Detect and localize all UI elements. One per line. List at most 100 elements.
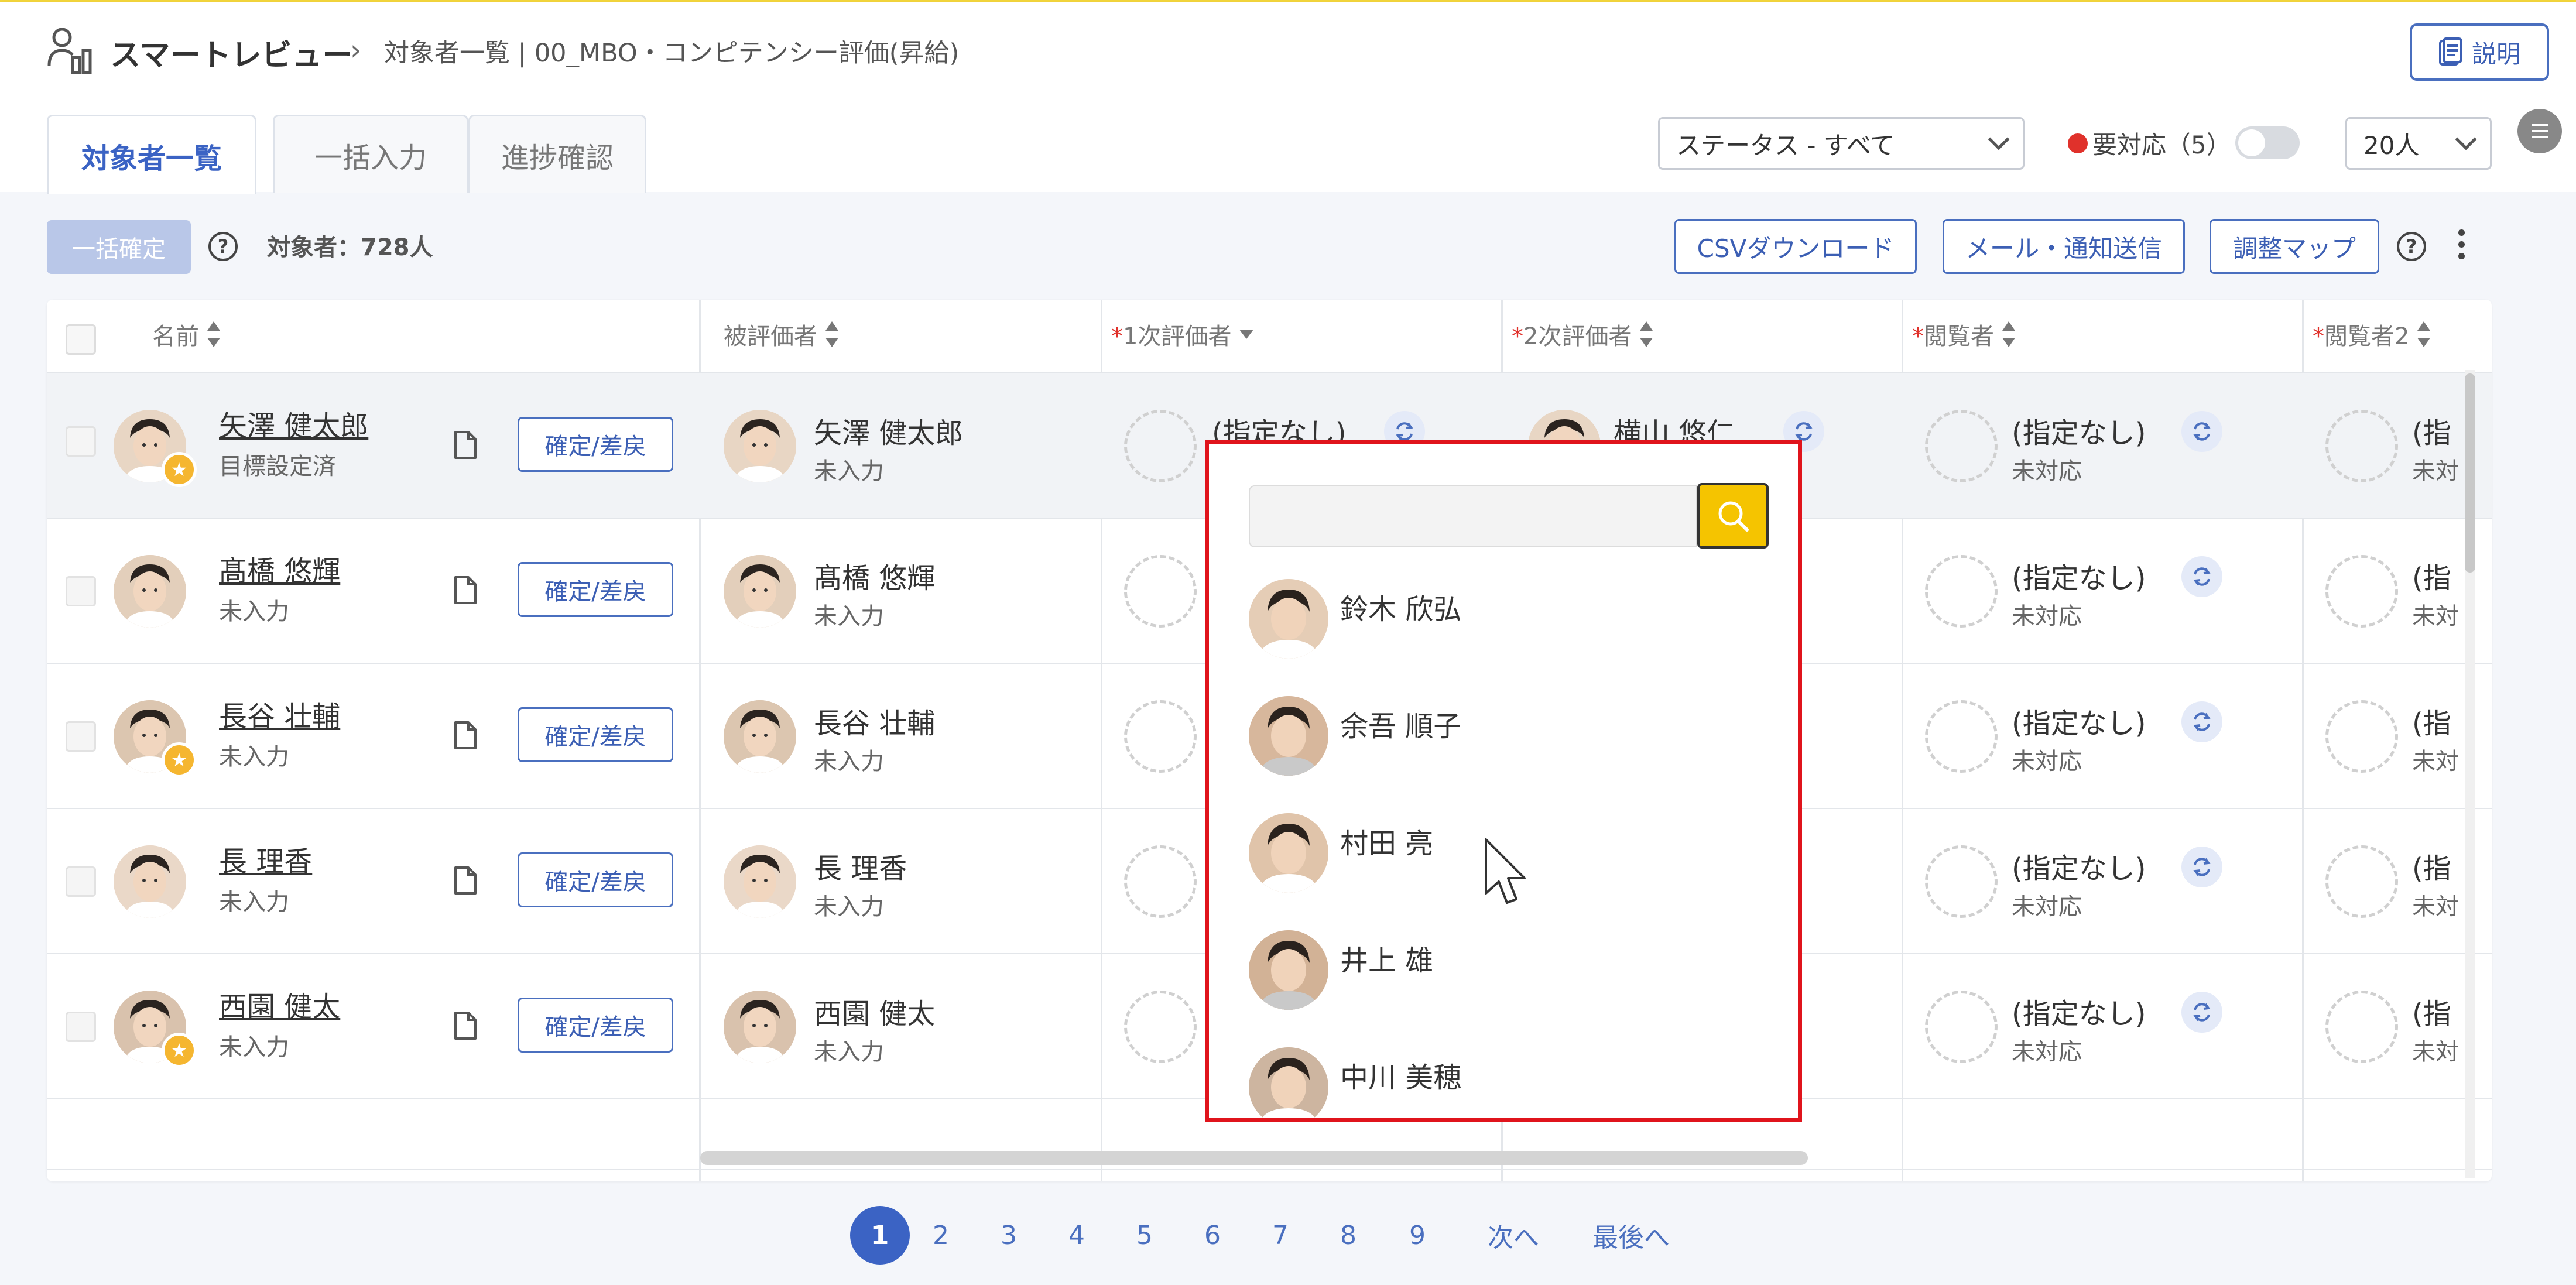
- confirm-reject-button[interactable]: 確定/差戻: [518, 998, 673, 1053]
- column-label: 1次評価者: [1123, 323, 1232, 350]
- column-header-viewer[interactable]: *閲覧者: [1912, 317, 2015, 351]
- viewer-placeholder-avatar: [1925, 991, 1998, 1063]
- per-page-value: 20人: [2363, 131, 2420, 160]
- adjust-map-button[interactable]: 調整マップ: [2210, 219, 2379, 274]
- column-label: 名前: [152, 323, 199, 350]
- avatar: [724, 991, 796, 1063]
- app-name[interactable]: スマートレビュー: [110, 30, 352, 74]
- page-button[interactable]: 2: [920, 1206, 961, 1265]
- reviewee-status: 未入力: [814, 1039, 884, 1065]
- star-badge-icon: ★: [162, 742, 197, 777]
- document-icon[interactable]: [452, 575, 478, 605]
- target-name-link[interactable]: 髙橋 悠輝: [219, 548, 340, 589]
- row-checkbox[interactable]: [66, 426, 96, 457]
- document-icon[interactable]: [452, 1010, 478, 1041]
- reviewer-option-name: 鈴木 欣弘: [1340, 593, 1462, 626]
- column-header-reviewee[interactable]: 被評価者: [724, 317, 838, 351]
- avatar: [1249, 930, 1328, 1010]
- page-button[interactable]: 4: [1056, 1206, 1097, 1265]
- viewer-unset[interactable]: (指定なし): [2012, 555, 2146, 596]
- swap-viewer-button[interactable]: [2181, 992, 2222, 1033]
- status-filter-select[interactable]: ステータス - すべて: [1658, 117, 2025, 170]
- target-name-link[interactable]: 西園 健太: [219, 984, 340, 1024]
- page-button[interactable]: 7: [1260, 1206, 1301, 1265]
- first-reviewer-placeholder-avatar: [1124, 410, 1197, 482]
- column-label: 閲覧者2: [2324, 323, 2410, 350]
- tab-bulk-input[interactable]: 一括入力: [273, 115, 468, 193]
- document-icon[interactable]: [452, 720, 478, 751]
- search-button[interactable]: [1697, 483, 1769, 549]
- reviewer-option[interactable]: 中川 美穂: [1249, 1043, 1776, 1118]
- target-name-link[interactable]: 長 理香: [219, 838, 312, 879]
- column-header-second-reviewer[interactable]: *2次評価者: [1512, 317, 1653, 351]
- avatar: [724, 700, 796, 773]
- help-question-icon[interactable]: ?: [2397, 232, 2426, 261]
- target-count: 対象者：728人: [267, 234, 433, 261]
- last-page-button[interactable]: 最後へ: [1584, 1206, 1678, 1265]
- page-button[interactable]: 9: [1397, 1206, 1438, 1265]
- swap-icon: [1795, 422, 1813, 441]
- target-name-link[interactable]: 矢澤 健太郎: [219, 403, 368, 444]
- viewer2-unset[interactable]: (指: [2412, 555, 2451, 596]
- sort-icon: [2002, 321, 2015, 347]
- reviewer-option[interactable]: 余吾 順子: [1249, 691, 1776, 779]
- help-button[interactable]: 説明: [2410, 23, 2549, 81]
- page-button-current[interactable]: 1: [850, 1206, 910, 1265]
- page-button[interactable]: 3: [988, 1206, 1029, 1265]
- more-options-icon[interactable]: [2455, 229, 2467, 265]
- next-page-button[interactable]: 次へ: [1481, 1206, 1546, 1265]
- swap-viewer-button[interactable]: [2181, 556, 2222, 597]
- help-question-icon[interactable]: ?: [208, 232, 238, 261]
- viewer-unset[interactable]: (指定なし): [2012, 410, 2146, 451]
- swap-viewer-button[interactable]: [2181, 701, 2222, 742]
- target-name-link[interactable]: 長谷 壮輔: [219, 693, 340, 734]
- confirm-reject-button[interactable]: 確定/差戻: [518, 417, 673, 472]
- reviewer-search-input[interactable]: [1249, 485, 1697, 547]
- needs-action-toggle[interactable]: [2235, 126, 2300, 159]
- viewer2-unset[interactable]: (指: [2412, 700, 2451, 741]
- avatar: [114, 845, 186, 918]
- column-header-first-reviewer[interactable]: *1次評価者: [1111, 317, 1254, 351]
- side-menu-button[interactable]: [2517, 109, 2562, 153]
- column-header-viewer2[interactable]: *閲覧者2: [2313, 317, 2431, 351]
- per-page-select[interactable]: 20人: [2345, 117, 2492, 170]
- tab-progress[interactable]: 進捗確認: [468, 115, 646, 193]
- reviewer-option-name: 井上 雄: [1340, 944, 1434, 977]
- page-button[interactable]: 5: [1124, 1206, 1165, 1265]
- swap-viewer-button[interactable]: [2181, 847, 2222, 887]
- document-icon[interactable]: [452, 430, 478, 460]
- viewer2-placeholder-avatar: [2325, 410, 2398, 482]
- confirm-reject-button[interactable]: 確定/差戻: [518, 852, 673, 907]
- horizontal-scrollbar[interactable]: [700, 1151, 1808, 1165]
- swap-viewer-button[interactable]: [2181, 411, 2222, 452]
- viewer2-unset[interactable]: (指: [2412, 845, 2451, 886]
- row-checkbox[interactable]: [66, 866, 96, 897]
- viewer2-unset[interactable]: (指: [2412, 410, 2451, 451]
- vertical-scrollbar-thumb[interactable]: [2465, 373, 2475, 573]
- reviewer-option[interactable]: 鈴木 欣弘: [1249, 574, 1776, 662]
- csv-download-button[interactable]: CSVダウンロード: [1674, 219, 1917, 274]
- viewer2-unset[interactable]: (指: [2412, 991, 2451, 1032]
- confirm-reject-button[interactable]: 確定/差戻: [518, 707, 673, 762]
- reviewer-option[interactable]: 井上 雄: [1249, 926, 1776, 1013]
- page-button[interactable]: 8: [1328, 1206, 1369, 1265]
- mail-notify-button[interactable]: メール・通知送信: [1943, 219, 2185, 274]
- bulk-confirm-button[interactable]: 一括確定: [47, 220, 191, 274]
- viewer-unset[interactable]: (指定なし): [2012, 700, 2146, 741]
- viewer2-status: 未対: [2412, 1039, 2459, 1065]
- target-status: 未入力: [219, 743, 289, 770]
- confirm-reject-button[interactable]: 確定/差戻: [518, 562, 673, 617]
- search-icon: [1718, 501, 1749, 532]
- row-checkbox[interactable]: [66, 721, 96, 752]
- tab-target-list[interactable]: 対象者一覧: [47, 115, 256, 194]
- viewer2-status: 未対: [2412, 458, 2459, 485]
- select-all-checkbox[interactable]: [66, 324, 96, 355]
- row-checkbox[interactable]: [66, 1012, 96, 1042]
- viewer-unset[interactable]: (指定なし): [2012, 845, 2146, 886]
- swap-icon: [1396, 422, 1413, 441]
- viewer-unset[interactable]: (指定なし): [2012, 991, 2146, 1032]
- page-button[interactable]: 6: [1192, 1206, 1233, 1265]
- document-icon[interactable]: [452, 865, 478, 896]
- row-checkbox[interactable]: [66, 576, 96, 606]
- column-header-name[interactable]: 名前: [152, 317, 220, 351]
